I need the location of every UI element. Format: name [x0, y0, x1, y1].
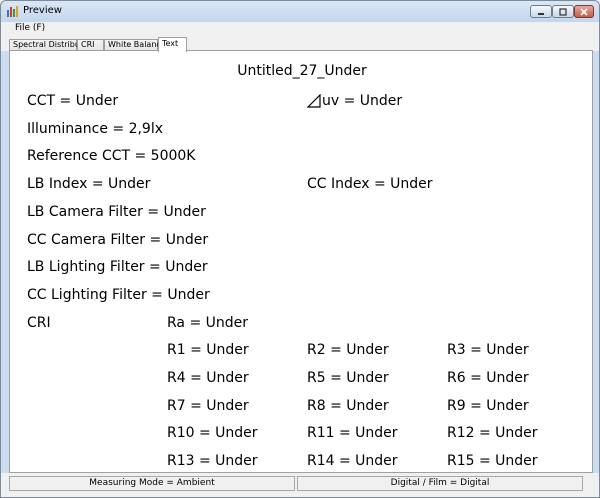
lb-lighting-filter-value: LB Lighting Filter = Under [27, 259, 208, 275]
r15-value: R15 = Under [447, 453, 538, 469]
measurement-title: Untitled_27_Under [237, 63, 367, 79]
digital-film-status: Digital / Film = Digital [297, 476, 583, 491]
r1-value: R1 = Under [167, 342, 249, 358]
r2-value: R2 = Under [307, 342, 389, 358]
minimize-button[interactable] [530, 5, 552, 18]
reference-cct-value: Reference CCT = 5000K [27, 148, 196, 164]
lb-camera-filter-value: LB Camera Filter = Under [27, 204, 206, 220]
delta-icon [307, 94, 321, 108]
r12-value: R12 = Under [447, 425, 538, 441]
duv-line: uv = Under [307, 93, 402, 109]
minimize-icon [538, 12, 544, 15]
cc-lighting-filter-value: CC Lighting Filter = Under [27, 287, 210, 303]
r3-value: R3 = Under [447, 342, 529, 358]
illuminance-value: Illuminance = 2,9lx [27, 121, 164, 137]
title-bar[interactable]: Preview [1, 1, 599, 22]
maximize-button[interactable] [552, 5, 574, 18]
r13-value: R13 = Under [167, 453, 258, 469]
preview-window: Preview File (F) Spectral Distribution C… [0, 0, 600, 498]
menu-bar: File (F) [1, 22, 599, 37]
menu-file[interactable]: File (F) [15, 23, 45, 33]
cc-index-value: CC Index = Under [307, 176, 433, 192]
r11-value: R11 = Under [307, 425, 398, 441]
cri-label: CRI [27, 315, 51, 331]
ra-value: Ra = Under [167, 315, 249, 331]
r9-value: R9 = Under [447, 398, 529, 414]
r4-value: R4 = Under [167, 370, 249, 386]
app-icon [7, 6, 18, 17]
tab-strip: Spectral Distribution CRI White Balance … [1, 37, 599, 52]
duv-value: uv = Under [322, 93, 403, 109]
cc-camera-filter-value: CC Camera Filter = Under [27, 232, 209, 248]
r8-value: R8 = Under [307, 398, 389, 414]
r6-value: R6 = Under [447, 370, 529, 386]
cct-value: CCT = Under [27, 93, 119, 109]
close-icon [580, 7, 588, 16]
r5-value: R5 = Under [307, 370, 389, 386]
maximize-icon [559, 7, 567, 16]
r10-value: R10 = Under [167, 425, 258, 441]
status-bar: Measuring Mode = Ambient Digital / Film … [1, 473, 599, 497]
text-panel: Untitled_27_Under CCT = Under uv = Under… [9, 50, 593, 473]
close-button[interactable] [574, 5, 594, 18]
window-title: Preview [23, 5, 62, 16]
r7-value: R7 = Under [167, 398, 249, 414]
tab-text[interactable]: Text [158, 37, 187, 52]
r14-value: R14 = Under [307, 453, 398, 469]
lb-index-value: LB Index = Under [27, 176, 151, 192]
measuring-mode-status: Measuring Mode = Ambient [9, 476, 295, 491]
